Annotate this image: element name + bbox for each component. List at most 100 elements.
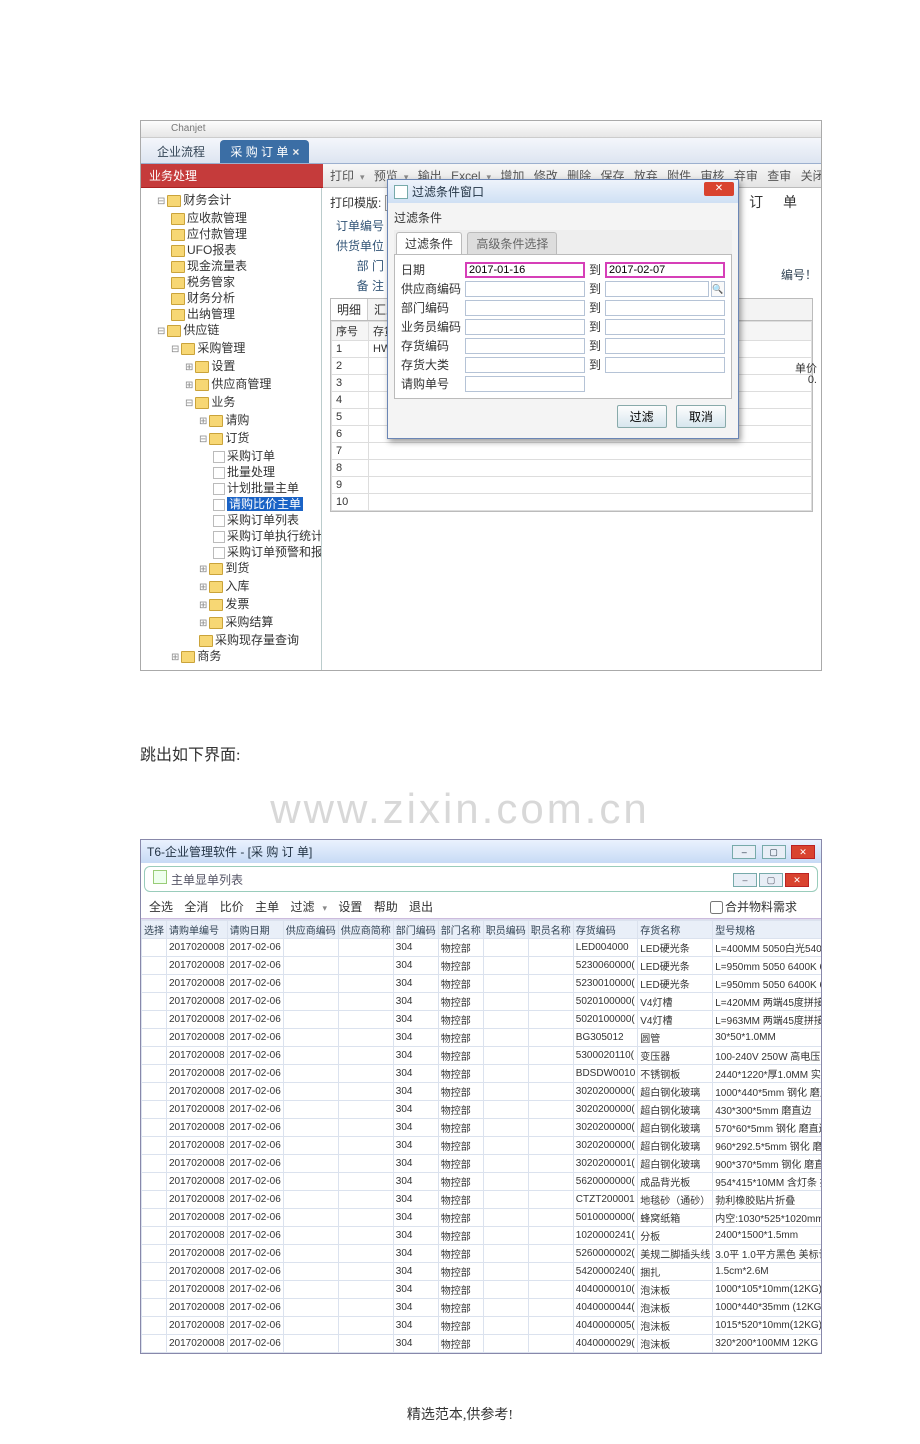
tree-settle[interactable]: 采购结算 <box>225 615 273 629</box>
tree-inv[interactable]: 发票 <box>225 597 249 611</box>
tree-plan[interactable]: 计划批量主单 <box>227 481 299 495</box>
vendor-to-input[interactable] <box>605 281 709 297</box>
tree-analysis[interactable]: 财务分析 <box>187 291 235 305</box>
tree-vendor[interactable]: 供应商管理 <box>211 377 271 391</box>
tab-purchase-order[interactable]: 采 购 订 单× <box>220 140 309 163</box>
table-row[interactable]: 20170200082017-02-06304物控部1020000241(分板2… <box>142 1227 822 1245</box>
tree-commerce[interactable]: 商务 <box>197 649 221 663</box>
col-header[interactable]: 请购日期 <box>227 921 283 939</box>
table-row[interactable]: 20170200082017-02-06304物控部4040000010(泡沫板… <box>142 1281 822 1299</box>
table-row[interactable]: 20170200082017-02-06304物控部3020200000(超白钢… <box>142 1101 822 1119</box>
tree-polist[interactable]: 采购订单列表 <box>227 513 299 527</box>
table-row[interactable]: 20170200082017-02-06304物控部5020100000(V4灯… <box>142 993 822 1011</box>
table-row[interactable]: 20170200082017-02-06304物控部3020200000(超白钢… <box>142 1083 822 1101</box>
tree-ar[interactable]: 应收款管理 <box>187 211 247 225</box>
btn-print[interactable]: 打印 <box>330 169 354 183</box>
table-row[interactable]: 20170200082017-02-06304物控部BG305012圆管30*5… <box>142 1029 822 1047</box>
btn-help[interactable]: 帮助 <box>374 900 398 914</box>
tree-po[interactable]: 采购订单 <box>227 449 275 463</box>
sub-close-icon[interactable]: ✕ <box>785 873 809 887</box>
table-row[interactable]: 20170200082017-02-06304物控部5300020110(变压器… <box>142 1047 822 1065</box>
btn-master[interactable]: 主单 <box>255 900 279 914</box>
date-to-input[interactable] <box>605 262 725 278</box>
max-icon[interactable]: ▢ <box>762 845 786 859</box>
table-row[interactable]: 20170200082017-02-06304物控部4040000029(泡沫板… <box>142 1335 822 1353</box>
tree-stock[interactable]: 采购现存量查询 <box>215 633 299 647</box>
col-header[interactable]: 存货编码 <box>573 921 637 939</box>
tree-batch[interactable]: 批量处理 <box>227 465 275 479</box>
col-header[interactable]: 供应商编码 <box>283 921 338 939</box>
min-icon[interactable]: – <box>732 845 756 859</box>
sub-max-icon[interactable]: ▢ <box>759 873 783 887</box>
tree-order[interactable]: 订货 <box>225 431 249 445</box>
dlg-tab-advanced[interactable]: 高级条件选择 <box>467 232 557 254</box>
table-row[interactable]: 20170200082017-02-06304物控部CTZT200001地毯砂（… <box>142 1191 822 1209</box>
tree-req[interactable]: 请购 <box>225 413 249 427</box>
btn-selectall[interactable]: 全选 <box>149 900 173 914</box>
btn-filter2[interactable]: 过滤 <box>290 900 314 914</box>
vendor-from-input[interactable] <box>465 281 585 297</box>
tree-scm[interactable]: 供应链 <box>183 323 219 337</box>
table-row[interactable]: 20170200082017-02-06304物控部5230060000(LED… <box>142 957 822 975</box>
col-header[interactable]: 选择 <box>142 921 167 939</box>
tree-poalarm[interactable]: 采购订单预警和报警表 <box>227 545 322 559</box>
table-row[interactable]: 20170200082017-02-06304物控部5620000000(成品背… <box>142 1173 822 1191</box>
table-row[interactable]: 20170200082017-02-06304物控部4040000044(泡沫板… <box>142 1299 822 1317</box>
tree-arrive[interactable]: 到货 <box>225 561 249 575</box>
cancel-button[interactable]: 取消 <box>676 405 726 428</box>
dlg-tab-filter[interactable]: 过滤条件 <box>396 232 462 254</box>
dialog-close-button[interactable]: ✕ <box>704 182 734 196</box>
table-row[interactable]: 20170200082017-02-06304物控部3020200000(超白钢… <box>142 1119 822 1137</box>
col-header[interactable]: 型号规格 <box>713 921 821 939</box>
tree-biz[interactable]: 业务 <box>211 395 235 409</box>
table-row[interactable]: 20170200082017-02-06304物控部3020200000(超白钢… <box>142 1137 822 1155</box>
btn-deselectall[interactable]: 全消 <box>184 900 208 914</box>
table-row[interactable]: 20170200082017-02-06304物控部5230010000(LED… <box>142 975 822 993</box>
col-header[interactable]: 供应商简称 <box>338 921 393 939</box>
col-header[interactable]: 部门名称 <box>438 921 483 939</box>
filter-button[interactable]: 过滤 <box>617 405 667 428</box>
table-row[interactable]: 20170200082017-02-06304物控部5020100000(V4灯… <box>142 1011 822 1029</box>
inv-from-input[interactable] <box>465 338 585 354</box>
tree-ap[interactable]: 应付款管理 <box>187 227 247 241</box>
table-row[interactable]: 20170200082017-02-06304物控部BDSDW0010不锈钢板2… <box>142 1065 822 1083</box>
close-icon[interactable]: ✕ <box>791 845 815 859</box>
tab-enterprise[interactable]: 企业流程 <box>147 140 215 163</box>
inv-to-input[interactable] <box>605 338 725 354</box>
table-row[interactable]: 20170200082017-02-06304物控部4040000005(泡沫板… <box>142 1317 822 1335</box>
tree-tax[interactable]: 税务管家 <box>187 275 235 289</box>
dept-from-input[interactable] <box>465 300 585 316</box>
col-header[interactable]: 职员名称 <box>528 921 573 939</box>
table-row[interactable]: 20170200082017-02-06304物控部5260000002(美规二… <box>142 1245 822 1263</box>
cat-to-input[interactable] <box>605 357 725 373</box>
table-row[interactable]: 20170200082017-02-06304物控部5420000240(捆扎1… <box>142 1263 822 1281</box>
tree-settings[interactable]: 设置 <box>211 359 235 373</box>
col-header[interactable]: 部门编码 <box>393 921 438 939</box>
table-row[interactable]: 20170200082017-02-06304物控部LED004000LED硬光… <box>142 939 822 957</box>
emp-from-input[interactable] <box>465 319 585 335</box>
btn-close[interactable]: 关闭 <box>801 169 821 183</box>
btn-compare[interactable]: 比价 <box>220 900 244 914</box>
btn-viewaudit[interactable]: 查审 <box>767 169 791 183</box>
date-from-input[interactable] <box>465 262 585 278</box>
detail-tab[interactable]: 明细 <box>331 299 368 320</box>
col-header[interactable]: 存货名称 <box>638 921 713 939</box>
tree-compare-hl[interactable]: 请购比价主单 <box>227 497 303 511</box>
tree-cashflow[interactable]: 现金流量表 <box>187 259 247 273</box>
tree-finance[interactable]: 财务会计 <box>183 193 231 207</box>
col-header[interactable]: 职员编码 <box>483 921 528 939</box>
merge-checkbox[interactable] <box>710 901 723 914</box>
col-header[interactable]: 请购单编号 <box>167 921 228 939</box>
search-icon[interactable]: 🔍 <box>711 281 725 297</box>
req-input[interactable] <box>465 376 585 392</box>
data-grid[interactable]: 选择请购单编号请购日期供应商编码供应商简称部门编码部门名称职员编码职员名称存货编… <box>141 919 821 1353</box>
tree-in[interactable]: 入库 <box>225 579 249 593</box>
tree-ufo[interactable]: UFO报表 <box>187 243 236 257</box>
sub-min-icon[interactable]: – <box>733 873 757 887</box>
tree-poexec[interactable]: 采购订单执行统计表 <box>227 529 322 543</box>
btn-settings2[interactable]: 设置 <box>338 900 362 914</box>
close-icon[interactable]: × <box>292 145 299 159</box>
table-row[interactable]: 20170200082017-02-06304物控部5010000000(蜂窝纸… <box>142 1209 822 1227</box>
emp-to-input[interactable] <box>605 319 725 335</box>
tree-purchase[interactable]: 采购管理 <box>197 341 245 355</box>
